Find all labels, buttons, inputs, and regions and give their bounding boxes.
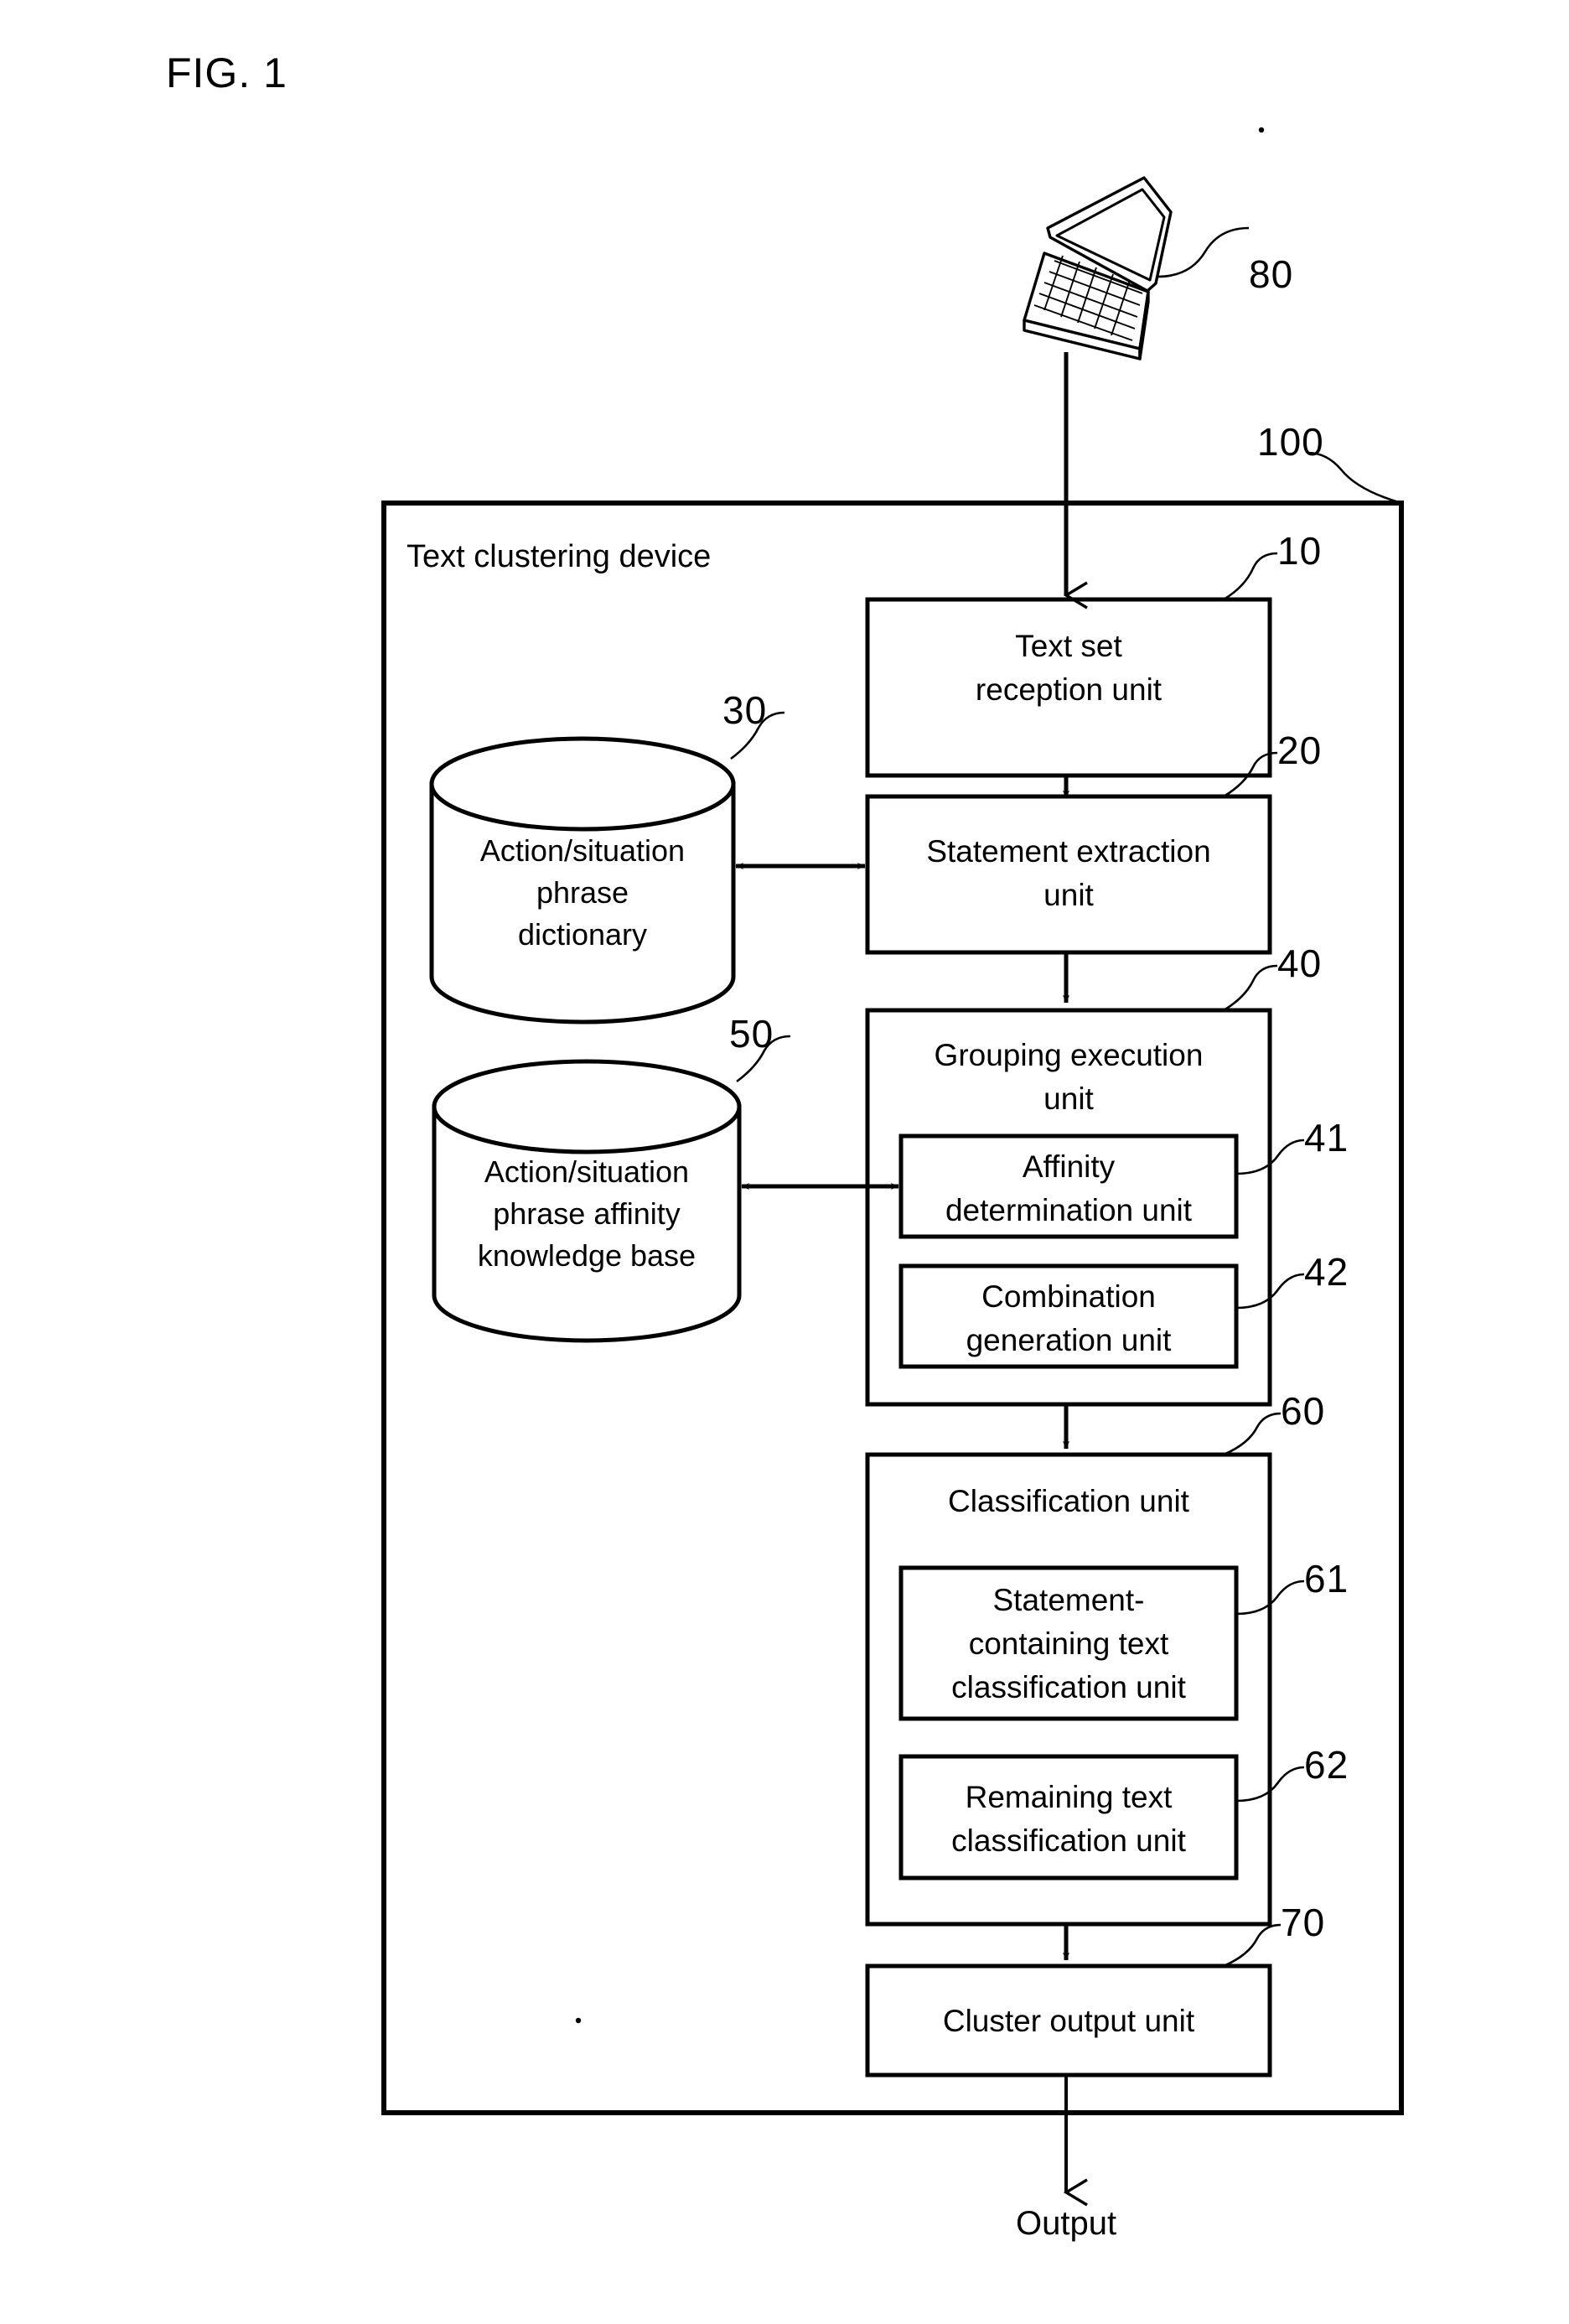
leader-line-40 bbox=[1223, 964, 1278, 1012]
label-text-set-reception-unit: Text set reception unit bbox=[975, 629, 1163, 707]
diagram-vector-layer bbox=[381, 127, 1404, 2324]
label-statement-containing-text-classification-unit: Statement- containing text classificatio… bbox=[951, 1583, 1186, 1704]
ref-numeral-30: 30 bbox=[722, 688, 768, 732]
laptop-icon bbox=[1023, 176, 1173, 361]
leader-line-60 bbox=[1223, 1412, 1282, 1456]
label-grouping-execution-unit: Grouping execution unit bbox=[934, 1038, 1204, 1116]
label-statement-extraction-unit: Statement extraction unit bbox=[926, 834, 1211, 912]
patent-figure-page: FIG. 1 Text clustering device Text set r… bbox=[0, 0, 1569, 2324]
ref-numeral-50: 50 bbox=[729, 1012, 774, 1056]
ref-numeral-100: 100 bbox=[1257, 420, 1324, 464]
ref-numeral-60: 60 bbox=[1281, 1389, 1326, 1433]
ref-numeral-41: 41 bbox=[1304, 1116, 1349, 1159]
leader-line-10 bbox=[1223, 552, 1278, 601]
ref-numeral-10: 10 bbox=[1277, 529, 1323, 573]
ref-numeral-62: 62 bbox=[1304, 1743, 1349, 1787]
ref-numeral-20: 20 bbox=[1277, 729, 1323, 772]
label-classification-unit: Classification unit bbox=[948, 1484, 1189, 1518]
label-cluster-output-unit: Cluster output unit bbox=[942, 2004, 1195, 2038]
text-clustering-device-title: Text clustering device bbox=[406, 539, 712, 574]
ref-numeral-70: 70 bbox=[1281, 1901, 1326, 1944]
scan-speck bbox=[1258, 127, 1265, 133]
label-combination-generation-unit: Combination generation unit bbox=[966, 1279, 1172, 1357]
leader-line-70 bbox=[1223, 1923, 1282, 1968]
ref-numeral-40: 40 bbox=[1277, 942, 1323, 985]
ref-numeral-61: 61 bbox=[1304, 1557, 1349, 1600]
label-remaining-text-classification-unit: Remaining text classification unit bbox=[951, 1780, 1186, 1858]
label-affinity-determination-unit: Affinity determination unit bbox=[945, 1149, 1193, 1227]
ref-numeral-42: 42 bbox=[1304, 1250, 1349, 1294]
label-output: Output bbox=[1016, 2205, 1117, 2242]
leader-line-80 bbox=[1157, 226, 1250, 278]
label-action-situation-phrase-affinity-knowledge-base: Action/situation phrase affinity knowled… bbox=[477, 1154, 696, 1273]
scan-speck bbox=[575, 2017, 582, 2024]
label-action-situation-phrase-dictionary: Action/situation phrase dictionary bbox=[479, 833, 686, 952]
ref-numeral-80: 80 bbox=[1249, 252, 1294, 296]
